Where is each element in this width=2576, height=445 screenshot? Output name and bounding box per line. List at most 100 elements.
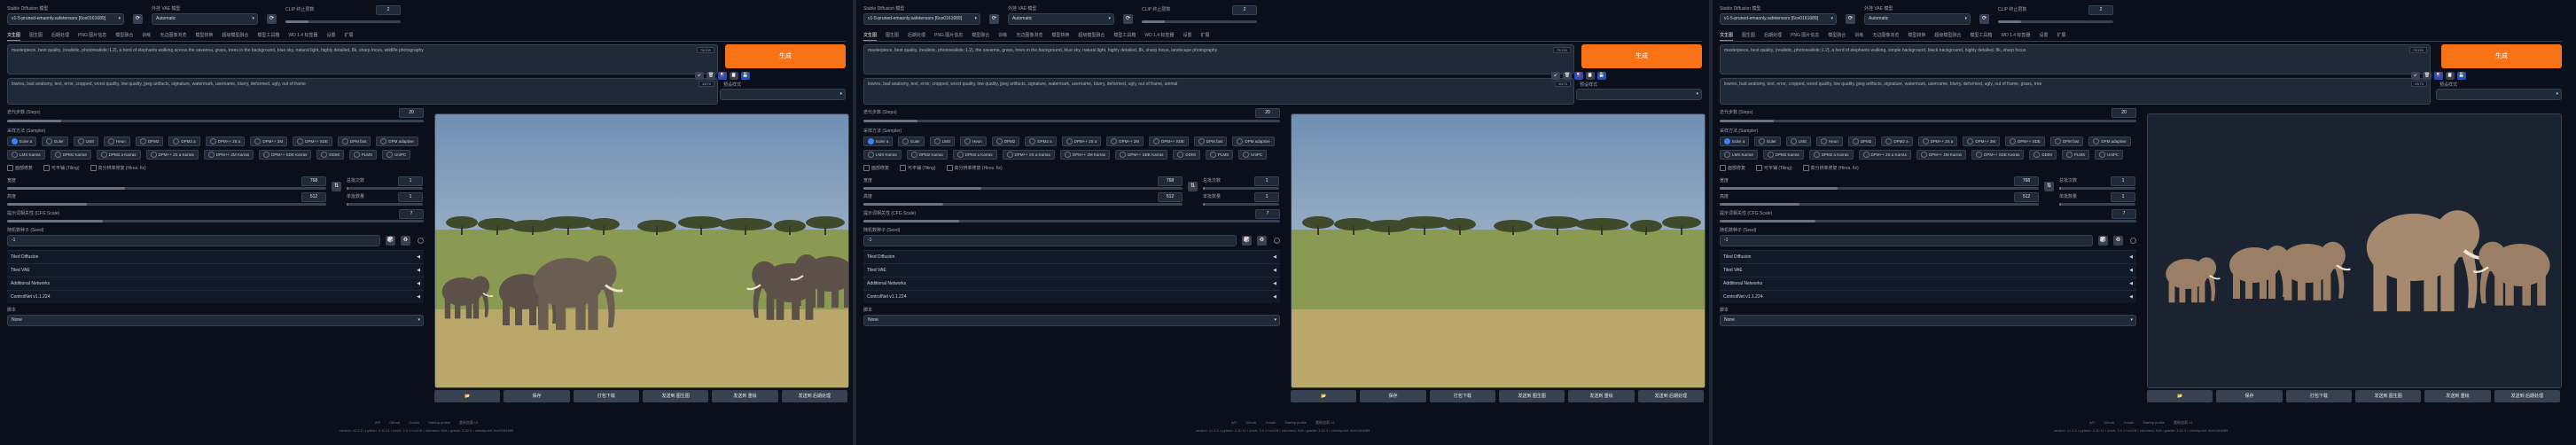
sampler-option[interactable]: Heun <box>104 137 130 146</box>
tab[interactable]: 图生图 <box>29 32 43 41</box>
sampler-option[interactable]: DPM++ 2M <box>1963 137 2001 146</box>
output-action-button[interactable]: 保存 <box>503 390 570 402</box>
sampler-option[interactable]: DPM2 Karras <box>906 150 948 160</box>
seed-input[interactable]: -1 <box>7 235 380 246</box>
footer-link[interactable]: API <box>2089 420 2095 425</box>
style-select[interactable]: ▾ <box>1576 89 1702 100</box>
batch-size-input[interactable]: 1 <box>2111 192 2135 202</box>
width-slider[interactable] <box>863 187 1183 190</box>
positive-prompt[interactable]: masterpiece, best quality, (realistic, p… <box>7 44 718 74</box>
refresh-icon[interactable]: ⟳ <box>1979 14 1989 24</box>
width-input[interactable]: 768 <box>2014 176 2039 186</box>
footer-link[interactable]: Startup profile <box>428 420 450 425</box>
height-input[interactable]: 512 <box>1158 192 1183 202</box>
sampler-option[interactable]: DPM++ 2M <box>1106 137 1144 146</box>
output-action-button[interactable]: 发送到 重绘 <box>712 390 778 402</box>
tab[interactable]: 超级模型融合 <box>222 32 248 41</box>
tab[interactable]: 图生图 <box>1742 32 1755 41</box>
checkbox[interactable]: 高分辨率修复 (Hires. fix) <box>1802 165 1859 171</box>
extra-checkbox[interactable] <box>1274 238 1280 244</box>
tab[interactable]: PNG 图片信息 <box>934 32 963 41</box>
sampler-option[interactable]: DPM++ 2M Karras <box>1059 150 1111 160</box>
sampler-option[interactable]: DPM2 a Karras <box>952 150 997 160</box>
footer-link[interactable]: Gradio <box>2123 420 2134 425</box>
output-action-button[interactable]: 打包下载 <box>2285 390 2352 402</box>
trash-icon[interactable]: 🗑 <box>2423 72 2432 80</box>
sampler-option[interactable]: DPM fast <box>2049 137 2084 146</box>
clip-skip-slider[interactable] <box>285 20 401 23</box>
output-action-button[interactable]: 发送到 后期处理 <box>1637 390 1704 402</box>
sampler-option[interactable]: DPM2 a <box>1881 137 1913 146</box>
sampler-option[interactable]: DPM2 a Karras <box>1808 150 1854 160</box>
accordion[interactable]: Tiled Diffusion ◀ <box>7 250 424 263</box>
clip-skip-input[interactable]: 2 <box>2088 5 2113 15</box>
height-input[interactable]: 512 <box>301 192 326 202</box>
batch-count-input[interactable]: 1 <box>2111 176 2135 186</box>
tab[interactable]: 模型工具箱 <box>257 32 279 41</box>
accordion[interactable]: Additional Networks ◀ <box>1720 277 2136 290</box>
accordion[interactable]: Tiled VAE ◀ <box>863 263 1280 277</box>
tab[interactable]: 设置 <box>326 32 335 41</box>
tab[interactable]: 扩展 <box>1200 32 1209 41</box>
width-slider[interactable] <box>1720 187 2039 190</box>
sampler-option[interactable]: LMS <box>1785 137 1812 146</box>
footer-link[interactable]: Github <box>2104 420 2114 425</box>
clipboard-icon[interactable]: 📋 <box>1586 72 1595 80</box>
negative-prompt[interactable]: lowres, bad anatomy, text, error, croppe… <box>7 78 718 105</box>
batch-count-input[interactable]: 1 <box>398 176 423 186</box>
style-select[interactable]: ▾ <box>2436 89 2562 100</box>
sampler-option[interactable]: DPM adaptive <box>2088 137 2131 146</box>
script-select[interactable]: None ▾ <box>7 315 424 326</box>
checkbox[interactable]: 面部修复 <box>863 165 889 171</box>
steps-slider[interactable] <box>1720 120 2136 122</box>
sampler-option[interactable]: DPM++ 2S a Karras <box>1858 150 1911 160</box>
vae-select[interactable]: Automatic ▾ <box>152 13 258 25</box>
tab[interactable]: 训练 <box>998 32 1007 41</box>
accordion[interactable]: Tiled VAE ◀ <box>7 263 424 277</box>
generated-image[interactable] <box>2148 114 2561 387</box>
recycle-icon[interactable]: ♻ <box>401 236 410 246</box>
recycle-icon[interactable]: ♻ <box>2113 236 2123 246</box>
tab[interactable]: WD 1.4 标签器 <box>1144 32 1174 41</box>
refresh-icon[interactable]: ⟳ <box>267 14 277 24</box>
extra-checkbox[interactable] <box>2130 238 2136 244</box>
sampler-option[interactable]: LMS Karras <box>7 150 45 160</box>
tab[interactable]: 模型融合 <box>115 32 133 41</box>
cfg-input[interactable]: 7 <box>2112 209 2136 219</box>
tab[interactable]: 模型融合 <box>1828 32 1846 41</box>
footer-link[interactable]: API <box>375 420 380 425</box>
sampler-option[interactable]: DPM++ SDE Karras <box>1971 150 2025 160</box>
steps-slider[interactable] <box>7 120 424 122</box>
tab[interactable]: 后期处理 <box>51 32 69 41</box>
height-slider[interactable] <box>1720 203 2039 206</box>
tab[interactable]: 模型转换 <box>195 32 213 41</box>
sampler-option[interactable]: DPM++ SDE <box>2005 137 2045 146</box>
clipboard-icon[interactable]: 📋 <box>2446 72 2455 80</box>
sampler-option[interactable]: DPM2 Karras <box>50 150 91 160</box>
output-action-button[interactable]: 保存 <box>1360 390 1426 402</box>
footer-link[interactable]: Gradio <box>409 420 419 425</box>
arrow-icon[interactable]: ↙ <box>1551 72 1560 80</box>
batch-size-slider[interactable] <box>347 203 423 206</box>
sampler-option[interactable]: LMS <box>73 137 99 146</box>
tab[interactable]: 扩展 <box>2057 32 2065 41</box>
footer-link[interactable]: Github <box>389 420 400 425</box>
generate-button[interactable]: 生成 <box>2441 44 2562 68</box>
footer-link[interactable]: Github <box>1245 420 1256 425</box>
tab[interactable]: PNG 图片信息 <box>78 32 106 41</box>
accordion[interactable]: Tiled Diffusion ◀ <box>1720 250 2136 263</box>
tab[interactable]: 无边图像浏览 <box>1872 32 1899 41</box>
dice-icon[interactable]: 🎲 <box>386 236 395 246</box>
output-action-button[interactable]: 发送到 图生图 <box>2354 390 2422 402</box>
refresh-icon[interactable]: ⟳ <box>133 14 143 24</box>
swap-icon[interactable]: ⇅ <box>332 182 341 191</box>
output-action-button[interactable]: 发送到 重绘 <box>2424 390 2491 402</box>
sampler-option[interactable]: DPM++ SDE <box>1149 137 1189 146</box>
output-action-button[interactable]: 打包下载 <box>1429 390 1495 402</box>
checkbox[interactable]: 可平铺 (Tiling) <box>1756 165 1792 171</box>
footer-link[interactable]: 重新加载 UI <box>459 420 478 425</box>
tab[interactable]: 模型工具箱 <box>1113 32 1136 41</box>
tab[interactable]: 图生图 <box>886 32 899 41</box>
tab[interactable]: WD 1.4 标签器 <box>288 32 317 41</box>
save-icon[interactable]: 💾 <box>1597 72 1606 80</box>
